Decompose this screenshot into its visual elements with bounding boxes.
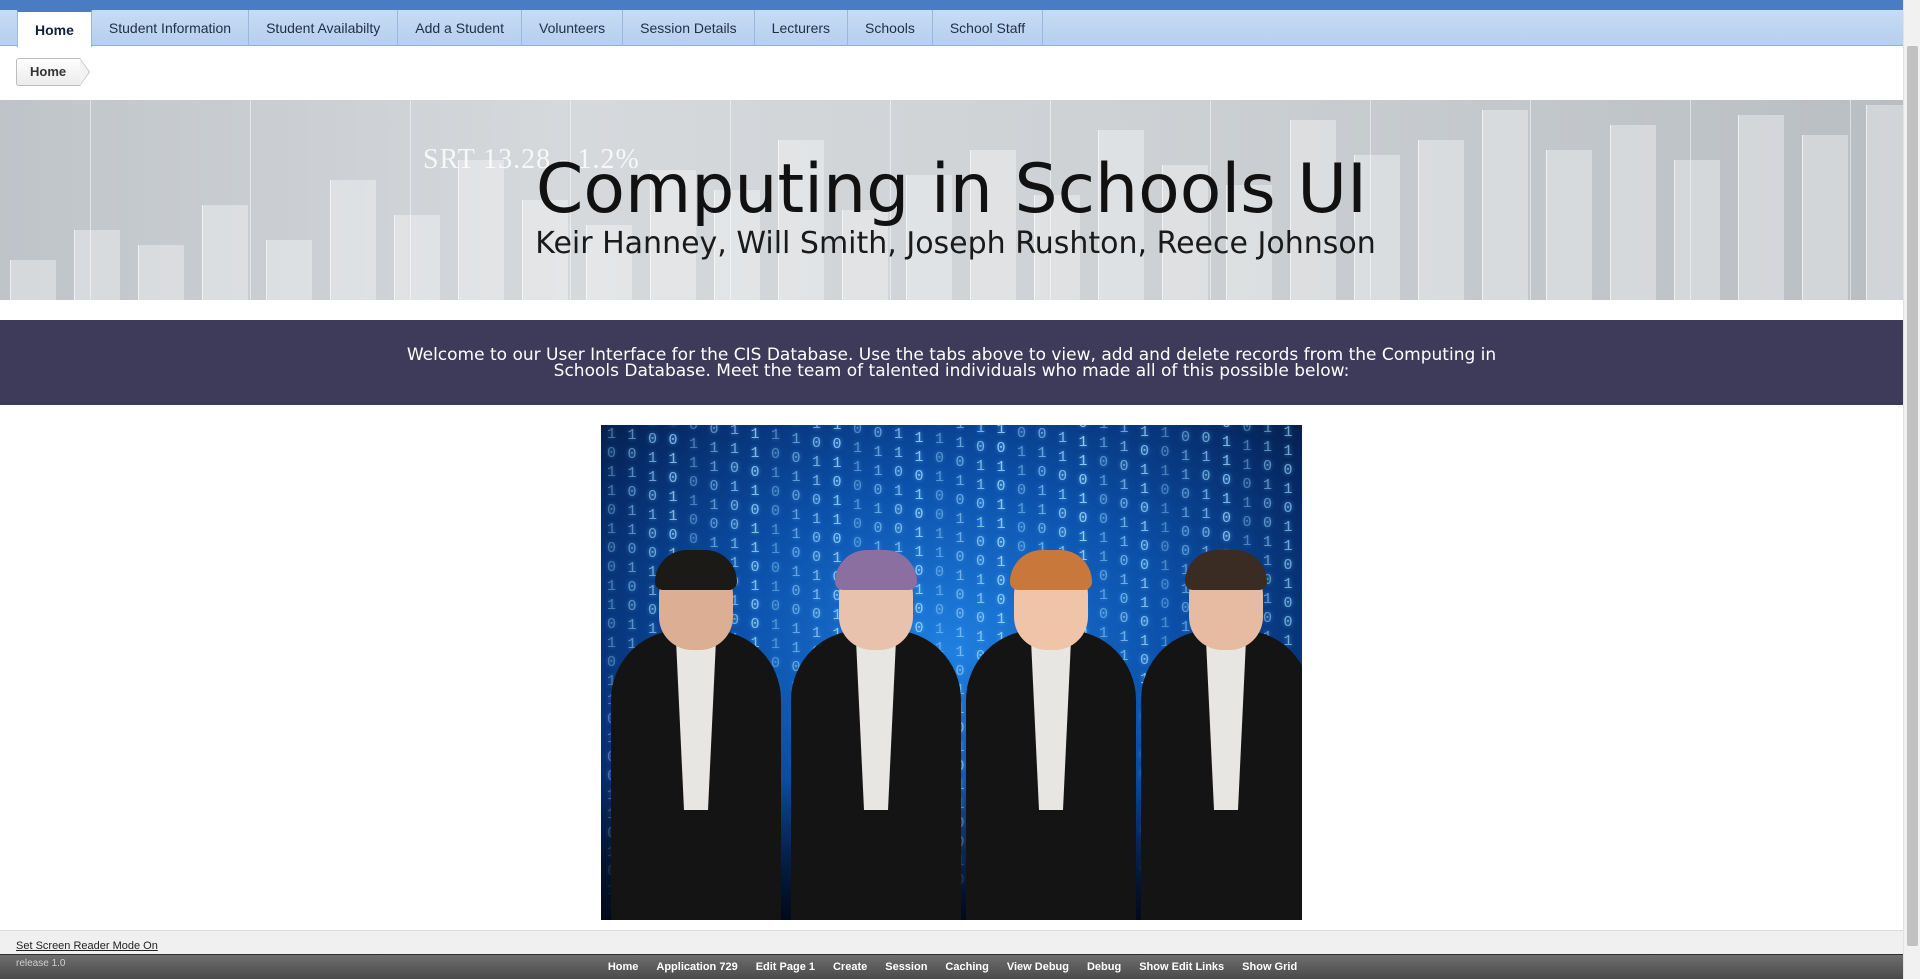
team-photo-image: 1 0 1 1 0 1 0 0 1 1 0 1 0 1 1 0 1 0 0 1 … bbox=[601, 425, 1302, 920]
breadcrumb-item-home[interactable]: Home bbox=[16, 58, 91, 86]
tab-session-details[interactable]: Session Details bbox=[623, 10, 755, 46]
welcome-text: Welcome to our User Interface for the CI… bbox=[406, 344, 1497, 381]
tab-student-availabilty[interactable]: Student Availabilty bbox=[249, 10, 399, 46]
developer-toolbar-links: Home Application 729 Edit Page 1 Create Sess… bbox=[0, 954, 1920, 979]
devbar-link-edit-page-1[interactable]: Edit Page 1 bbox=[747, 961, 824, 973]
devbar-link-application-729[interactable]: Application 729 bbox=[647, 961, 746, 973]
tab-schools[interactable]: Schools bbox=[848, 10, 933, 46]
team-member-figure bbox=[1141, 540, 1302, 920]
devbar-link-debug[interactable]: Debug bbox=[1078, 961, 1130, 973]
tab-volunteers[interactable]: Volunteers bbox=[522, 10, 624, 46]
tab-list: Home Student Information Student Availabil… bbox=[17, 10, 1044, 47]
welcome-band: Welcome to our User Interface for the CI… bbox=[0, 320, 1903, 405]
tab-student-information[interactable]: Student Information bbox=[92, 10, 250, 46]
devbar-link-show-grid[interactable]: Show Grid bbox=[1233, 961, 1306, 973]
screen-reader-mode-link[interactable]: Set Screen Reader Mode On bbox=[16, 940, 158, 952]
tab-lecturers[interactable]: Lecturers bbox=[755, 10, 849, 46]
team-member-figure bbox=[791, 540, 961, 920]
team-member-figure bbox=[966, 540, 1136, 920]
hair bbox=[1010, 550, 1092, 590]
top-strip bbox=[0, 0, 1903, 10]
devbar-link-create[interactable]: Create bbox=[824, 961, 876, 973]
vertical-scrollbar[interactable] bbox=[1903, 0, 1920, 979]
hair bbox=[655, 550, 737, 590]
tab-school-staff[interactable]: School Staff bbox=[933, 10, 1044, 46]
team-member-figure bbox=[611, 540, 781, 920]
tab-home[interactable]: Home bbox=[17, 10, 92, 47]
devbar-link-home[interactable]: Home bbox=[599, 961, 648, 973]
devbar-link-view-debug[interactable]: View Debug bbox=[998, 961, 1078, 973]
devbar-link-show-edit-links[interactable]: Show Edit Links bbox=[1130, 961, 1233, 973]
devbar-link-session[interactable]: Session bbox=[876, 961, 936, 973]
tab-bar: Home Student Information Student Availabil… bbox=[0, 10, 1903, 47]
devbar-link-caching[interactable]: Caching bbox=[936, 961, 997, 973]
page-subtitle: Keir Hanney, Will Smith, Joseph Rushton,… bbox=[535, 226, 1376, 261]
scrollbar-thumb[interactable] bbox=[1907, 46, 1918, 946]
hair bbox=[835, 550, 917, 590]
page-title: Computing in Schools UI bbox=[535, 150, 1368, 229]
hero-banner: SRT 13.28 - 1.2% Computing in Schools UI… bbox=[0, 100, 1903, 300]
hair bbox=[1185, 550, 1267, 590]
tab-add-a-student[interactable]: Add a Student bbox=[398, 10, 522, 46]
hero-bg-bar bbox=[10, 260, 56, 300]
breadcrumb: Home bbox=[16, 58, 91, 86]
